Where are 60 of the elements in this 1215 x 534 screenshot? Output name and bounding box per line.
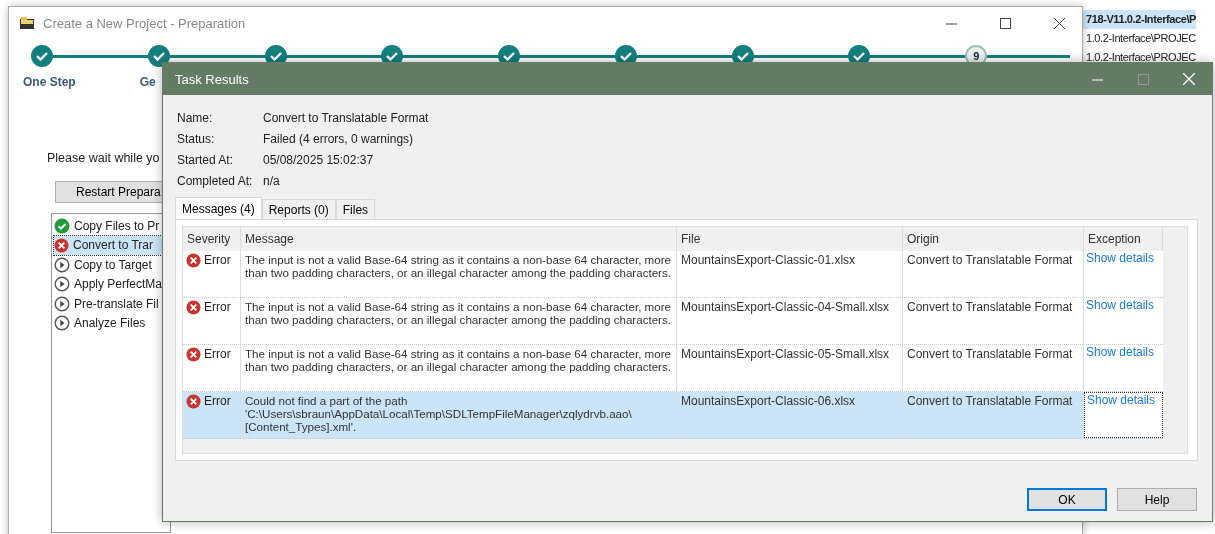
field-value: Failed (4 errors, 0 warnings) — [263, 132, 415, 146]
folder-icon — [19, 16, 35, 30]
origin-cell: Convert to Translatable Format — [903, 345, 1084, 391]
error-icon — [186, 253, 201, 268]
close-icon[interactable] — [1053, 17, 1065, 29]
task-item[interactable]: Pre-translate Fil — [54, 294, 168, 314]
dialog-title: Task Results — [175, 71, 250, 87]
field-value: 05/08/2025 15:02:37 — [263, 153, 375, 167]
step-label: One Step — [23, 75, 76, 89]
field-value: Convert to Translatable Format — [263, 111, 430, 125]
table-row[interactable] — [183, 298, 1163, 345]
error-icon — [186, 394, 201, 409]
dialog-button[interactable]: OK — [1027, 488, 1107, 511]
file-cell: MountainsExport-Classic-06.xlsx — [677, 392, 903, 438]
message-cell: Could not find a part of the path 'C:\Users\sbraun\AppData\Local\Temp\SDLTempFileManager\zqlydrvb.aao\[Content_Types].xml'. — [241, 392, 677, 438]
check-icon — [54, 217, 70, 234]
task-item[interactable]: Copy Files to Pr — [54, 216, 168, 236]
task-item[interactable]: Apply PerfectMa — [54, 274, 168, 294]
tab[interactable]: Messages (4) — [175, 197, 262, 219]
message-cell: The input is not a valid Base-64 string as it contains a non-base 64 character, more than two padding characters, or an illegal character among the padding characters. — [241, 251, 677, 297]
show-details-link[interactable]: Show details — [1086, 251, 1155, 265]
play-icon — [54, 276, 70, 293]
task-item[interactable]: Analyze Files — [54, 313, 168, 333]
severity-text: Error — [204, 253, 231, 267]
table-row[interactable] — [183, 392, 1163, 439]
tab[interactable]: Files — [335, 199, 376, 219]
play-icon — [54, 295, 70, 312]
field-label: Completed At: — [177, 174, 254, 188]
severity-text: Error — [204, 300, 231, 314]
file-cell: MountainsExport-Classic-01.xlsx — [677, 251, 903, 297]
severity-text: Error — [204, 394, 231, 408]
file-cell: MountainsExport-Classic-05-Small.xlsx — [677, 345, 903, 391]
severity-text: Error — [204, 347, 231, 361]
field-value: n/a — [263, 174, 281, 188]
dialog-button[interactable]: Help — [1117, 488, 1197, 511]
step-label: Ge — [139, 75, 156, 89]
play-icon — [54, 256, 70, 273]
maximize-icon[interactable] — [999, 17, 1011, 29]
field-label: Status: — [177, 132, 216, 146]
origin-cell: Convert to Translatable Format — [903, 251, 1084, 297]
error-icon — [186, 347, 201, 362]
show-details-link[interactable]: Show details — [1086, 298, 1155, 312]
show-details-link[interactable]: Show details — [1086, 345, 1155, 359]
field-label: Started At: — [177, 153, 235, 167]
file-cell: MountainsExport-Classic-04-Small.xlsx — [677, 298, 903, 344]
window-title: Create a New Project - Preparation — [43, 15, 247, 31]
table-row[interactable] — [183, 345, 1163, 392]
error-icon — [54, 237, 69, 253]
task-item[interactable]: Copy to Target — [54, 255, 168, 275]
message-cell: The input is not a valid Base-64 string as it contains a non-base 64 character, more than two padding characters, or an illegal character among the padding characters. — [241, 345, 677, 391]
origin-cell: Convert to Translatable Format — [903, 298, 1084, 344]
play-icon — [54, 315, 70, 332]
error-icon — [186, 300, 201, 315]
status-message: Please wait while yo — [47, 151, 160, 165]
table-row[interactable] — [183, 251, 1163, 298]
tab[interactable]: Reports (0) — [261, 199, 336, 219]
list-row[interactable]: 718-V11.0.2-Interface\P — [1083, 10, 1197, 29]
message-cell: The input is not a valid Base-64 string as it contains a non-base 64 character, more than two padding characters, or an illegal character among the padding characters. — [241, 298, 677, 344]
field-label: Name: — [177, 111, 214, 125]
list-row[interactable]: 1.0.2-Interface\PROJEC — [1083, 29, 1196, 48]
